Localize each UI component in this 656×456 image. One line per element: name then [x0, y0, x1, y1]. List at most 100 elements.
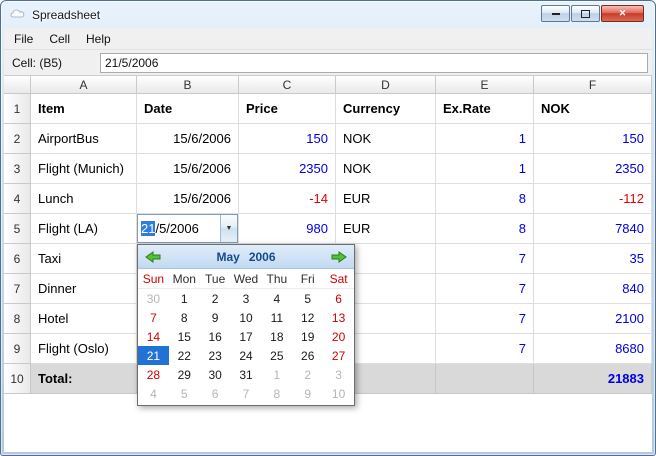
row-header[interactable]: 6 [4, 244, 31, 274]
calendar-day[interactable]: 13 [323, 308, 354, 327]
calendar-day[interactable]: 4 [261, 289, 292, 308]
nok-cell[interactable]: -112 [534, 184, 652, 214]
exrate-cell[interactable]: 7 [436, 244, 534, 274]
calendar-day[interactable]: 30 [138, 289, 169, 308]
row-header[interactable]: 3 [4, 154, 31, 184]
item-cell[interactable]: Flight (Munich) [31, 154, 137, 184]
price-cell[interactable]: Price [239, 94, 336, 124]
close-button[interactable]: ✕ [601, 5, 644, 22]
item-cell[interactable]: Hotel [31, 304, 137, 334]
calendar-day[interactable]: 7 [138, 308, 169, 327]
price-cell[interactable]: -14 [239, 184, 336, 214]
calendar-day[interactable]: 5 [292, 289, 323, 308]
calendar-day[interactable]: 6 [200, 384, 231, 403]
nok-cell[interactable]: 8680 [534, 334, 652, 364]
item-cell[interactable]: Item [31, 94, 137, 124]
item-cell[interactable]: AirportBus [31, 124, 137, 154]
calendar-day[interactable]: 20 [323, 327, 354, 346]
row-header[interactable]: 9 [4, 334, 31, 364]
calendar-day[interactable]: 10 [323, 384, 354, 403]
column-header-c[interactable]: C [239, 76, 336, 94]
nok-cell[interactable]: 2350 [534, 154, 652, 184]
exrate-cell[interactable]: 7 [436, 334, 534, 364]
exrate-cell[interactable]: 8 [436, 214, 534, 244]
item-cell[interactable]: Flight (Oslo) [31, 334, 137, 364]
date-cell[interactable]: 15/6/2006 [137, 184, 239, 214]
calendar-day[interactable]: 26 [292, 346, 323, 365]
item-cell[interactable]: Taxi [31, 244, 137, 274]
exrate-cell[interactable]: 1 [436, 124, 534, 154]
row-header[interactable]: 2 [4, 124, 31, 154]
calendar-day[interactable]: 6 [323, 289, 354, 308]
menu-cell[interactable]: Cell [41, 29, 78, 49]
calendar-day[interactable]: 31 [231, 365, 262, 384]
currency-cell[interactable]: Currency [336, 94, 436, 124]
nok-cell[interactable]: 21883 [534, 364, 652, 394]
date-cell[interactable]: Date [137, 94, 239, 124]
app-icon[interactable] [10, 7, 26, 23]
date-cell[interactable]: 15/6/2006 [137, 154, 239, 184]
calendar-day[interactable]: 19 [292, 327, 323, 346]
calendar-day[interactable]: 3 [231, 289, 262, 308]
calendar-day[interactable]: 16 [200, 327, 231, 346]
calendar-day[interactable]: 15 [169, 327, 200, 346]
exrate-cell[interactable]: 7 [436, 274, 534, 304]
calendar-day[interactable]: 9 [200, 308, 231, 327]
calendar-day[interactable]: 24 [231, 346, 262, 365]
calendar-day[interactable]: 29 [169, 365, 200, 384]
row-header[interactable]: 4 [4, 184, 31, 214]
item-cell[interactable]: Lunch [31, 184, 137, 214]
date-cell[interactable]: 15/6/2006 [137, 124, 239, 154]
calendar-day[interactable]: 4 [138, 384, 169, 403]
calendar-day[interactable]: 30 [200, 365, 231, 384]
row-header[interactable]: 5 [4, 214, 31, 244]
price-cell[interactable]: 2350 [239, 154, 336, 184]
calendar-day[interactable]: 8 [169, 308, 200, 327]
calendar-day-selected[interactable]: 21 [138, 346, 169, 365]
nok-cell[interactable]: 7840 [534, 214, 652, 244]
cell-value-input[interactable] [100, 52, 648, 73]
menu-help[interactable]: Help [78, 29, 119, 49]
currency-cell[interactable]: EUR [336, 184, 436, 214]
nok-cell[interactable]: NOK [534, 94, 652, 124]
column-header-e[interactable]: E [436, 76, 534, 94]
nok-cell[interactable]: 840 [534, 274, 652, 304]
item-cell[interactable]: Flight (LA) [31, 214, 137, 244]
month-label[interactable]: May [216, 250, 239, 264]
exrate-cell[interactable] [436, 364, 534, 394]
calendar-day[interactable]: 3 [323, 365, 354, 384]
calendar-day[interactable]: 11 [261, 308, 292, 327]
nok-cell[interactable]: 150 [534, 124, 652, 154]
year-label[interactable]: 2006 [249, 250, 276, 264]
calendar-day[interactable]: 1 [169, 289, 200, 308]
calendar-day[interactable]: 17 [231, 327, 262, 346]
menu-file[interactable]: File [6, 29, 41, 49]
calendar-day[interactable]: 22 [169, 346, 200, 365]
price-cell[interactable]: 980 [239, 214, 336, 244]
maximize-button[interactable] [571, 5, 600, 22]
row-header[interactable]: 10 [4, 364, 31, 394]
calendar-day[interactable]: 2 [292, 365, 323, 384]
calendar-day[interactable]: 1 [261, 365, 292, 384]
price-cell[interactable]: 150 [239, 124, 336, 154]
calendar-day[interactable]: 7 [231, 384, 262, 403]
calendar-day[interactable]: 14 [138, 327, 169, 346]
date-editor[interactable]: 21/5/2006 ▼ [137, 214, 238, 243]
date-editor-text[interactable]: 21/5/2006 [138, 215, 220, 242]
currency-cell[interactable]: NOK [336, 124, 436, 154]
row-header[interactable]: 8 [4, 304, 31, 334]
exrate-cell[interactable]: 1 [436, 154, 534, 184]
calendar-day[interactable]: 28 [138, 365, 169, 384]
nok-cell[interactable]: 2100 [534, 304, 652, 334]
calendar-day[interactable]: 2 [200, 289, 231, 308]
calendar-day[interactable]: 12 [292, 308, 323, 327]
row-header[interactable]: 7 [4, 274, 31, 304]
calendar-day[interactable]: 23 [200, 346, 231, 365]
next-month-button[interactable] [329, 250, 349, 264]
exrate-cell[interactable]: 7 [436, 304, 534, 334]
prev-month-button[interactable] [143, 250, 163, 264]
column-header-d[interactable]: D [336, 76, 436, 94]
item-cell[interactable]: Total: [31, 364, 137, 394]
calendar-day[interactable]: 27 [323, 346, 354, 365]
calendar-day[interactable]: 10 [231, 308, 262, 327]
